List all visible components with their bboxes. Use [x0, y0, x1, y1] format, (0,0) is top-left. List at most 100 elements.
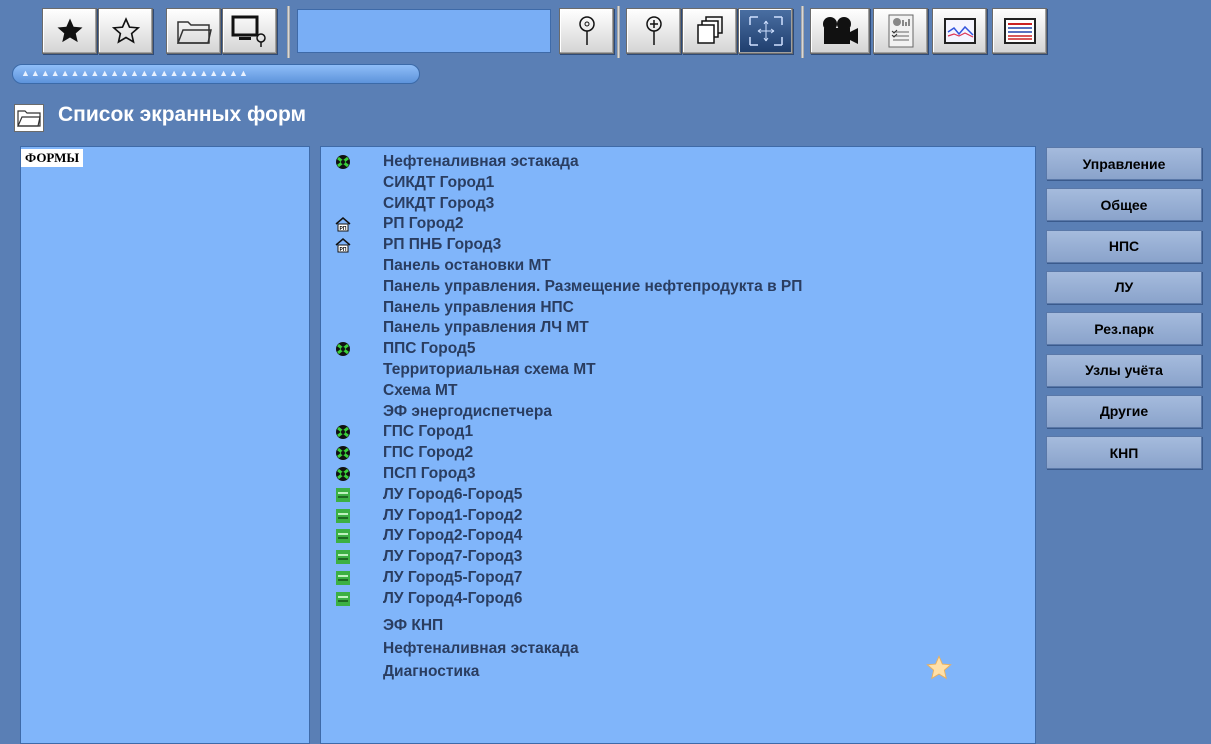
svg-text:РП: РП [340, 247, 347, 253]
category-button[interactable]: Узлы учёта [1046, 353, 1202, 387]
form-list-item-label: ЛУ Город2-Город4 [383, 527, 523, 545]
form-list-item-label: Нефтеналивная эстакада [383, 639, 579, 657]
video-camera-icon [823, 17, 858, 44]
form-list-item-label: СИКДТ Город1 [383, 173, 495, 191]
form-list-item[interactable]: Панель управления ЛЧ МТ [321, 317, 1021, 339]
category-button[interactable]: Управление [1046, 147, 1202, 180]
form-list-item-label: ЭФ энергодиспетчера [383, 402, 552, 420]
form-list-item[interactable]: ПСП Город3 [321, 463, 1021, 485]
page-title: Список экранных форм [58, 103, 307, 126]
favorite-add-button[interactable] [42, 8, 97, 54]
rp-house-icon: РП [335, 216, 351, 232]
form-list-item-label: ЭФ КНП [383, 616, 444, 634]
form-list-item-label: ЛУ Город6-Город5 [383, 485, 523, 503]
form-list-item-label: РП ПНБ Город3 [383, 236, 502, 254]
form-list-item[interactable]: ЛУ Город4-Город6 [321, 588, 1021, 610]
toolbar-scroll-slider[interactable]: ▲▲▲▲▲▲▲▲▲▲▲▲▲▲▲▲▲▲▲▲▲▲▲ [12, 64, 420, 84]
zoom-in-button[interactable] [626, 8, 681, 54]
form-list-item-label: ЛУ Город1-Город2 [383, 506, 523, 524]
form-list-item-label: Схема МТ [383, 381, 458, 399]
form-list-item-label: РП Город2 [383, 215, 464, 233]
rp-house-icon: РП [335, 237, 351, 253]
form-list-item-label: Панель управления НПС [383, 298, 574, 316]
toolbar-separator [617, 6, 620, 58]
form-list-item-label: ЛУ Город5-Город7 [383, 569, 523, 586]
form-list-item-label: ПСП Город3 [383, 465, 476, 482]
form-list-item-label: ППС Город5 [383, 340, 476, 358]
forms-tree-label[interactable]: ФОРМЫ [21, 149, 84, 167]
form-list-item[interactable]: Диагностика [321, 661, 1021, 683]
zoom-in-icon [645, 16, 662, 45]
folder-icon [14, 104, 44, 132]
trend-button[interactable] [932, 8, 987, 54]
form-list-item-label: ГПС Город1 [383, 423, 474, 441]
table-icon [1003, 18, 1036, 44]
category-button[interactable]: Общее [1046, 188, 1202, 222]
toolbar-separator [801, 6, 804, 58]
favorite-list-button[interactable] [98, 8, 153, 54]
form-list-item-label: ЛУ Город4-Город6 [383, 589, 523, 607]
form-list-item[interactable]: СИКДТ Город3 [321, 193, 1021, 215]
search-button[interactable] [559, 8, 614, 54]
form-list-item[interactable]: Панель управления. Размещение нефтепроду… [321, 276, 1021, 298]
form-list-item[interactable]: Панель остановки МТ [321, 255, 1021, 277]
windows-button[interactable] [682, 8, 737, 54]
station-green-icon [335, 341, 351, 357]
form-list-item[interactable]: Нефтеналивная эстакада [321, 638, 1021, 660]
star-outline-icon [111, 17, 140, 44]
form-list-item[interactable]: СИКДТ Город1 [321, 172, 1021, 194]
valve-green-icon [335, 508, 351, 524]
station-green-icon [335, 154, 351, 170]
fit-screen-button[interactable] [738, 8, 793, 54]
form-list-item[interactable]: ЭФ энергодиспетчера [321, 401, 1021, 423]
valve-green-icon [335, 487, 351, 503]
forms-tree-panel[interactable]: ФОРМЫ [20, 146, 310, 744]
station-green-icon [335, 424, 351, 440]
form-list-item[interactable]: Нефтеналивная эстакада [321, 151, 1021, 173]
form-list-item[interactable]: РП РП ПНБ Город3 [321, 234, 1021, 256]
form-list-item[interactable]: ЛУ Город5-Город7 [321, 567, 1021, 589]
svg-text:РП: РП [340, 226, 347, 232]
form-list-item[interactable]: ППС Город5 [321, 338, 1021, 360]
report-chart-icon [888, 14, 913, 48]
form-list-item-label: Нефтеналивная эстакада [383, 153, 579, 170]
stacked-windows-icon [696, 16, 723, 44]
category-button[interactable]: ЛУ [1046, 270, 1202, 304]
form-list-item-label: Панель остановки МТ [383, 257, 551, 274]
form-list-item-label: Диагностика [383, 662, 480, 680]
valve-green-icon [335, 549, 351, 565]
form-list-item[interactable]: ЛУ Город2-Город4 [321, 525, 1021, 547]
station-green-icon [335, 445, 351, 461]
form-list-item[interactable]: ЛУ Город6-Город5 [321, 484, 1021, 506]
category-button[interactable]: НПС [1046, 229, 1202, 263]
form-list-item[interactable]: ГПС Город1 [321, 421, 1021, 443]
valve-green-icon [335, 570, 351, 586]
category-button[interactable]: КНП [1046, 436, 1202, 470]
form-list-item-label: ЛУ Город7-Город3 [383, 548, 523, 566]
form-list-item[interactable]: Панель управления НПС [321, 297, 1021, 319]
table-button[interactable] [992, 8, 1047, 54]
form-list-item-label: ГПС Город2 [383, 444, 474, 462]
category-button[interactable]: Рез.парк [1046, 312, 1202, 346]
form-list-item[interactable]: Территориальная схема МТ [321, 359, 1021, 381]
form-list-item[interactable]: Схема МТ [321, 380, 1021, 402]
toolbar-separator [287, 6, 290, 58]
form-list-item[interactable]: ЛУ Город1-Город2 [321, 505, 1021, 527]
form-list-item[interactable]: ЭФ КНП [321, 615, 1021, 637]
form-list-item-label: Панель управления ЛЧ МТ [383, 319, 589, 337]
star-filled-icon [57, 18, 82, 43]
form-list-item-label: СИКДТ Город3 [383, 194, 495, 212]
magnifier-icon [578, 16, 595, 45]
form-list-item[interactable]: ЛУ Город7-Город3 [321, 546, 1021, 568]
form-list-item[interactable]: ГПС Город2 [321, 442, 1021, 464]
search-input[interactable] [297, 9, 551, 53]
station-green-icon [335, 466, 351, 482]
report-button[interactable] [873, 8, 928, 54]
camera-button[interactable] [810, 8, 870, 54]
form-list-item-label: Панель управления. Размещение нефтепроду… [383, 277, 803, 295]
find-screen-button[interactable] [222, 8, 277, 54]
category-button[interactable]: Другие [1046, 394, 1202, 428]
form-list-item[interactable]: РП РП Город2 [321, 213, 1021, 235]
open-folder-button[interactable] [166, 8, 221, 54]
valve-green-icon [335, 528, 351, 544]
